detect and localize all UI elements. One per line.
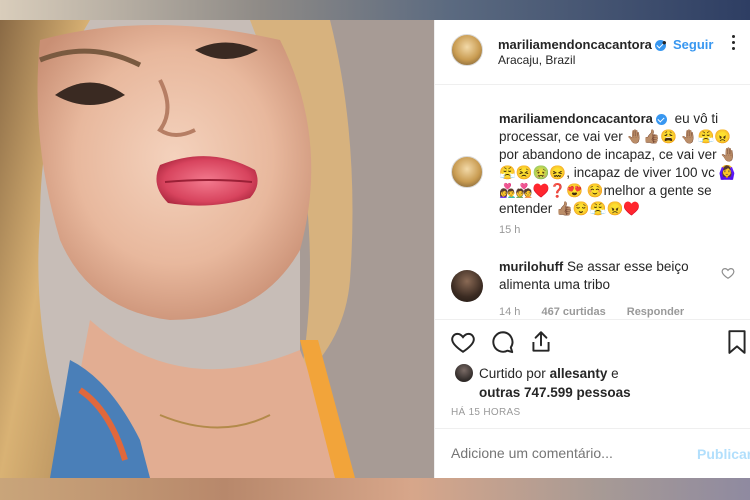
post-location[interactable]: Aracaju, Brazil xyxy=(498,53,575,67)
liker-username[interactable]: allesanty xyxy=(550,366,608,381)
post-panel: mariliamendoncacantora • Seguir Aracaju,… xyxy=(434,20,750,478)
blurred-frame-bottom xyxy=(0,478,750,500)
liker-avatar[interactable] xyxy=(455,364,473,382)
caption-avatar[interactable] xyxy=(451,156,483,188)
reply-button[interactable]: Responder xyxy=(627,306,684,318)
heart-icon[interactable] xyxy=(450,329,476,355)
author-username[interactable]: mariliamendoncacantora xyxy=(498,37,666,52)
add-comment-bar: Publicar xyxy=(435,428,750,478)
likes-text: Curtido por allesanty e outras 747.599 p… xyxy=(479,366,631,400)
likes-summary: Curtido por allesanty e outras 747.599 p… xyxy=(435,364,750,404)
comment-input[interactable] xyxy=(451,445,671,461)
commenter-avatar[interactable] xyxy=(451,270,483,302)
post-header: mariliamendoncacantora • Seguir Aracaju,… xyxy=(435,20,750,85)
caption-text: mariliamendoncacantora eu vô ti processa… xyxy=(499,110,739,218)
comment-meta: 14 h 467 curtidas Responder xyxy=(499,306,702,318)
caption-body: eu vô ti processar, ce vai ver 🤚🏽👍🏽😩 🤚🏽😤… xyxy=(499,111,738,216)
author-avatar[interactable] xyxy=(451,34,483,66)
comments-section: mariliamendoncacantora eu vô ti processa… xyxy=(435,86,750,318)
more-options-icon[interactable] xyxy=(724,32,742,54)
share-icon[interactable] xyxy=(528,329,554,355)
comment-timestamp[interactable]: 14 h xyxy=(499,306,520,318)
comment-username[interactable]: murilohuff xyxy=(499,259,563,274)
comment-icon[interactable] xyxy=(490,329,516,355)
blurred-frame-top xyxy=(0,0,750,20)
comment-like-heart-icon[interactable] xyxy=(721,266,735,280)
follow-button[interactable]: Seguir xyxy=(673,37,713,52)
post-timestamp[interactable]: HÁ 15 HORAS xyxy=(451,407,520,418)
comment-text: murilohuff Se assar esse beiço alimenta … xyxy=(499,258,719,294)
comment-likes[interactable]: 467 curtidas xyxy=(541,306,605,318)
caption-timestamp[interactable]: 15 h xyxy=(499,224,520,236)
action-bar xyxy=(435,319,750,365)
publish-button[interactable]: Publicar xyxy=(697,446,750,462)
bookmark-icon[interactable] xyxy=(724,329,750,355)
post-photo xyxy=(0,20,434,478)
others-likes-link[interactable]: outras 747.599 pessoas xyxy=(479,385,631,400)
caption-username[interactable]: mariliamendoncacantora xyxy=(499,111,667,126)
verified-badge-icon xyxy=(655,114,667,126)
selfie-image xyxy=(0,20,434,478)
separator-dot: • xyxy=(662,35,667,50)
